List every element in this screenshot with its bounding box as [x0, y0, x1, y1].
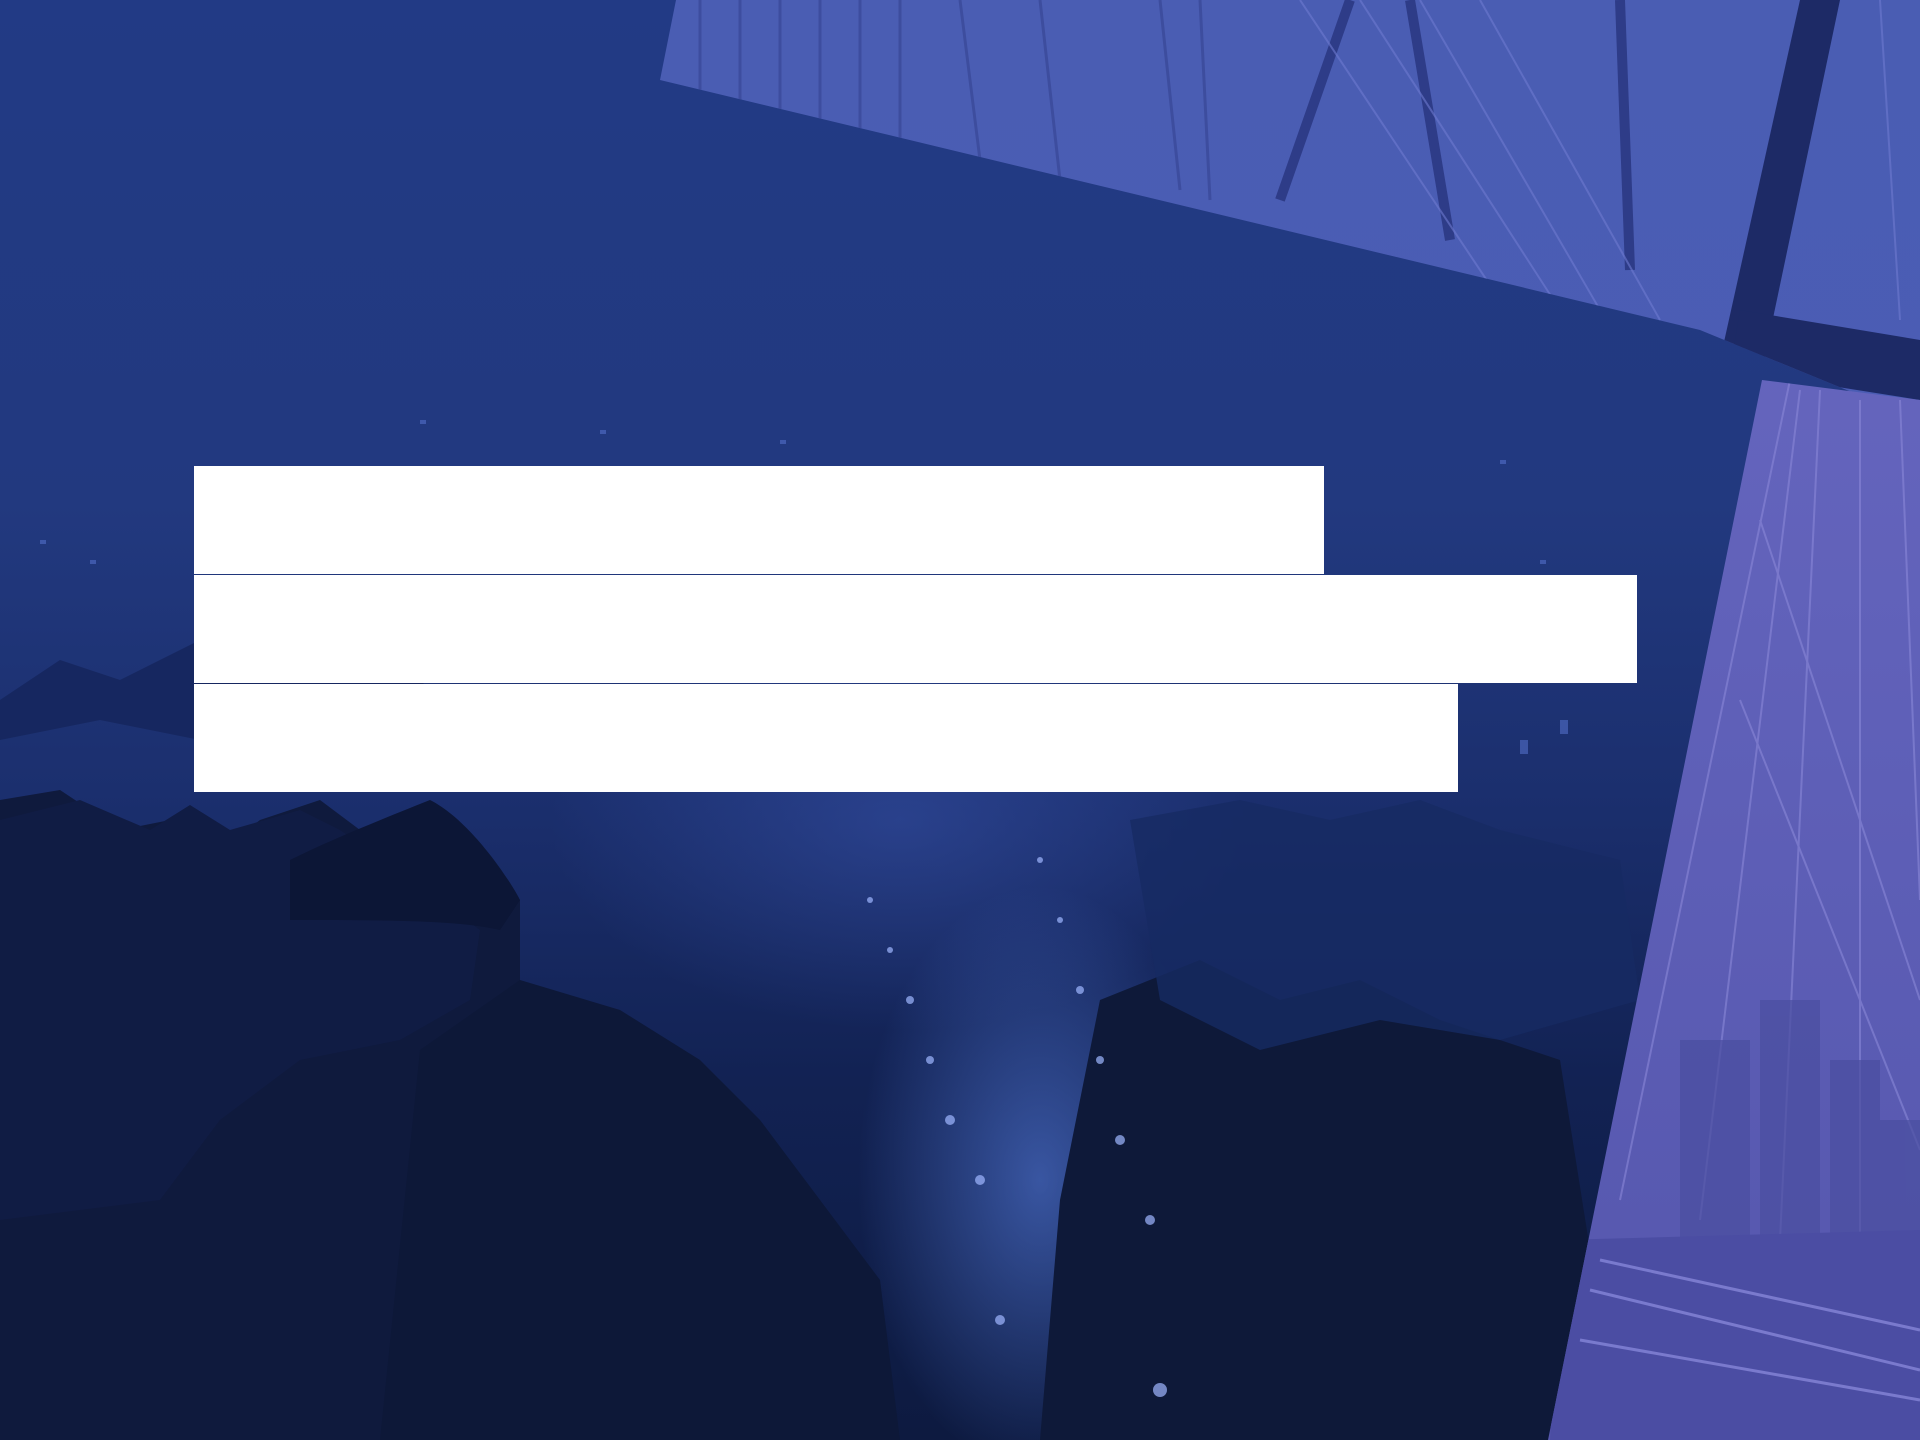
title-line-1 — [194, 466, 1324, 574]
title-line-2 — [194, 575, 1637, 683]
slide-canvas — [0, 0, 1920, 1440]
title-line-3 — [194, 684, 1458, 792]
